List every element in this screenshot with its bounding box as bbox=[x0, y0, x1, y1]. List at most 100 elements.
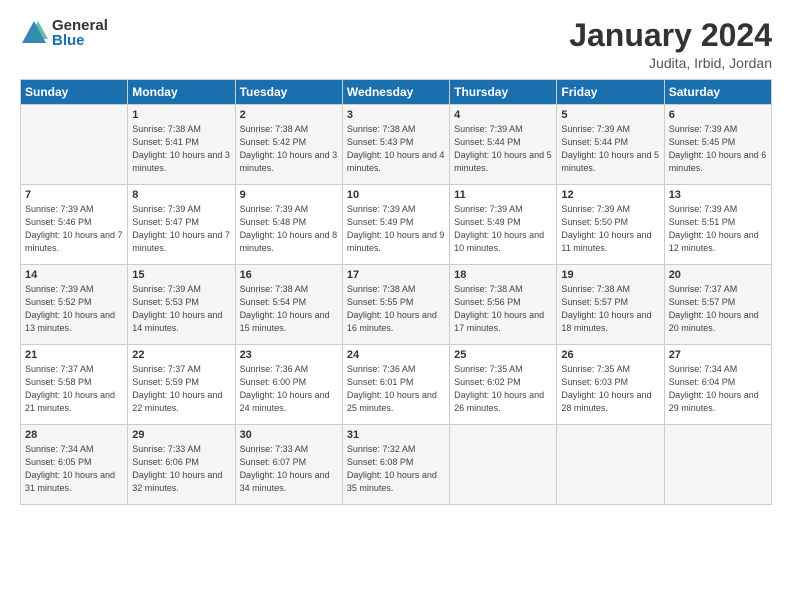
logo-blue: Blue bbox=[52, 33, 108, 48]
day-info: Sunrise: 7:37 AM Sunset: 5:57 PM Dayligh… bbox=[669, 283, 767, 335]
day-cell: 1 Sunrise: 7:38 AM Sunset: 5:41 PM Daylig… bbox=[128, 105, 235, 185]
day-number: 6 bbox=[669, 109, 767, 121]
day-cell: 15 Sunrise: 7:39 AM Sunset: 5:53 PM Dayli… bbox=[128, 265, 235, 345]
day-cell: 19Sunrise: 7:38 AM Sunset: 5:57 PM Dayli… bbox=[557, 265, 664, 345]
day-number: 21 bbox=[25, 349, 123, 361]
day-info: Sunrise: 7:39 AM Sunset: 5:44 PM Dayligh… bbox=[454, 123, 552, 175]
title-block: January 2024 Judita, Irbid, Jordan bbox=[569, 18, 772, 71]
day-cell: 5 Sunrise: 7:39 AM Sunset: 5:44 PM Daylig… bbox=[557, 105, 664, 185]
col-monday: Monday bbox=[128, 80, 235, 105]
day-info: Sunrise: 7:38 AM Sunset: 5:42 PM Dayligh… bbox=[240, 123, 338, 175]
day-cell: 7 Sunrise: 7:39 AM Sunset: 5:46 PM Daylig… bbox=[21, 185, 128, 265]
day-info: Sunrise: 7:39 AM Sunset: 5:48 PM Dayligh… bbox=[240, 203, 338, 255]
day-cell: 14 Sunrise: 7:39 AM Sunset: 5:52 PM Dayli… bbox=[21, 265, 128, 345]
day-number: 8 bbox=[132, 189, 230, 201]
day-cell: 13 Sunrise: 7:39 AM Sunset: 5:51 PM Dayli… bbox=[664, 185, 771, 265]
month-title: January 2024 bbox=[569, 18, 772, 53]
week-row-2: 7 Sunrise: 7:39 AM Sunset: 5:46 PM Daylig… bbox=[21, 185, 772, 265]
logo-icon bbox=[20, 19, 48, 47]
col-sunday: Sunday bbox=[21, 80, 128, 105]
day-info: Sunrise: 7:38 AM Sunset: 5:56 PM Dayligh… bbox=[454, 283, 552, 335]
day-cell: 3Sunrise: 7:38 AM Sunset: 5:43 PM Daylig… bbox=[342, 105, 449, 185]
day-number: 5 bbox=[561, 109, 659, 121]
col-wednesday: Wednesday bbox=[342, 80, 449, 105]
day-number: 23 bbox=[240, 349, 338, 361]
day-cell: 27Sunrise: 7:34 AM Sunset: 6:04 PM Dayli… bbox=[664, 345, 771, 425]
day-info: Sunrise: 7:32 AM Sunset: 6:08 PM Dayligh… bbox=[347, 443, 445, 495]
day-number: 16 bbox=[240, 269, 338, 281]
day-cell: 29Sunrise: 7:33 AM Sunset: 6:06 PM Dayli… bbox=[128, 425, 235, 505]
page: General Blue January 2024 Judita, Irbid,… bbox=[0, 0, 792, 612]
day-info: Sunrise: 7:39 AM Sunset: 5:52 PM Dayligh… bbox=[25, 283, 123, 335]
col-tuesday: Tuesday bbox=[235, 80, 342, 105]
day-number: 20 bbox=[669, 269, 767, 281]
day-cell bbox=[21, 105, 128, 185]
day-cell: 30Sunrise: 7:33 AM Sunset: 6:07 PM Dayli… bbox=[235, 425, 342, 505]
day-number: 1 bbox=[132, 109, 230, 121]
day-number: 13 bbox=[669, 189, 767, 201]
day-number: 3 bbox=[347, 109, 445, 121]
day-info: Sunrise: 7:37 AM Sunset: 5:59 PM Dayligh… bbox=[132, 363, 230, 415]
col-thursday: Thursday bbox=[450, 80, 557, 105]
week-row-1: 1 Sunrise: 7:38 AM Sunset: 5:41 PM Daylig… bbox=[21, 105, 772, 185]
day-cell: 9 Sunrise: 7:39 AM Sunset: 5:48 PM Daylig… bbox=[235, 185, 342, 265]
header-row: Sunday Monday Tuesday Wednesday Thursday… bbox=[21, 80, 772, 105]
day-cell: 21 Sunrise: 7:37 AM Sunset: 5:58 PM Dayli… bbox=[21, 345, 128, 425]
day-info: Sunrise: 7:39 AM Sunset: 5:53 PM Dayligh… bbox=[132, 283, 230, 335]
day-cell: 18 Sunrise: 7:38 AM Sunset: 5:56 PM Dayli… bbox=[450, 265, 557, 345]
day-cell: 2Sunrise: 7:38 AM Sunset: 5:42 PM Daylig… bbox=[235, 105, 342, 185]
day-number: 11 bbox=[454, 189, 552, 201]
day-cell: 26Sunrise: 7:35 AM Sunset: 6:03 PM Dayli… bbox=[557, 345, 664, 425]
day-number: 14 bbox=[25, 269, 123, 281]
col-saturday: Saturday bbox=[664, 80, 771, 105]
header: General Blue January 2024 Judita, Irbid,… bbox=[20, 18, 772, 71]
day-cell: 24 Sunrise: 7:36 AM Sunset: 6:01 PM Dayli… bbox=[342, 345, 449, 425]
logo-text: General Blue bbox=[52, 18, 108, 48]
day-cell bbox=[450, 425, 557, 505]
day-cell: 12Sunrise: 7:39 AM Sunset: 5:50 PM Dayli… bbox=[557, 185, 664, 265]
day-cell: 11 Sunrise: 7:39 AM Sunset: 5:49 PM Dayli… bbox=[450, 185, 557, 265]
day-number: 25 bbox=[454, 349, 552, 361]
day-info: Sunrise: 7:39 AM Sunset: 5:49 PM Dayligh… bbox=[454, 203, 552, 255]
week-row-3: 14 Sunrise: 7:39 AM Sunset: 5:52 PM Dayli… bbox=[21, 265, 772, 345]
day-info: Sunrise: 7:37 AM Sunset: 5:58 PM Dayligh… bbox=[25, 363, 123, 415]
day-cell bbox=[557, 425, 664, 505]
day-number: 27 bbox=[669, 349, 767, 361]
day-number: 7 bbox=[25, 189, 123, 201]
day-cell: 10Sunrise: 7:39 AM Sunset: 5:49 PM Dayli… bbox=[342, 185, 449, 265]
day-info: Sunrise: 7:39 AM Sunset: 5:46 PM Dayligh… bbox=[25, 203, 123, 255]
calendar-body: 1 Sunrise: 7:38 AM Sunset: 5:41 PM Daylig… bbox=[21, 105, 772, 505]
day-cell: 17 Sunrise: 7:38 AM Sunset: 5:55 PM Dayli… bbox=[342, 265, 449, 345]
day-info: Sunrise: 7:38 AM Sunset: 5:41 PM Dayligh… bbox=[132, 123, 230, 175]
day-info: Sunrise: 7:39 AM Sunset: 5:51 PM Dayligh… bbox=[669, 203, 767, 255]
week-row-4: 21 Sunrise: 7:37 AM Sunset: 5:58 PM Dayli… bbox=[21, 345, 772, 425]
day-cell: 28Sunrise: 7:34 AM Sunset: 6:05 PM Dayli… bbox=[21, 425, 128, 505]
day-number: 9 bbox=[240, 189, 338, 201]
week-row-5: 28Sunrise: 7:34 AM Sunset: 6:05 PM Dayli… bbox=[21, 425, 772, 505]
day-cell: 6Sunrise: 7:39 AM Sunset: 5:45 PM Daylig… bbox=[664, 105, 771, 185]
day-info: Sunrise: 7:33 AM Sunset: 6:06 PM Dayligh… bbox=[132, 443, 230, 495]
day-info: Sunrise: 7:38 AM Sunset: 5:54 PM Dayligh… bbox=[240, 283, 338, 335]
day-cell: 22Sunrise: 7:37 AM Sunset: 5:59 PM Dayli… bbox=[128, 345, 235, 425]
day-cell: 16 Sunrise: 7:38 AM Sunset: 5:54 PM Dayli… bbox=[235, 265, 342, 345]
day-cell: 8Sunrise: 7:39 AM Sunset: 5:47 PM Daylig… bbox=[128, 185, 235, 265]
day-number: 18 bbox=[454, 269, 552, 281]
day-info: Sunrise: 7:39 AM Sunset: 5:44 PM Dayligh… bbox=[561, 123, 659, 175]
day-cell: 4Sunrise: 7:39 AM Sunset: 5:44 PM Daylig… bbox=[450, 105, 557, 185]
day-info: Sunrise: 7:36 AM Sunset: 6:01 PM Dayligh… bbox=[347, 363, 445, 415]
day-number: 26 bbox=[561, 349, 659, 361]
day-number: 15 bbox=[132, 269, 230, 281]
calendar-table: Sunday Monday Tuesday Wednesday Thursday… bbox=[20, 79, 772, 505]
day-info: Sunrise: 7:33 AM Sunset: 6:07 PM Dayligh… bbox=[240, 443, 338, 495]
day-cell: 25Sunrise: 7:35 AM Sunset: 6:02 PM Dayli… bbox=[450, 345, 557, 425]
day-number: 31 bbox=[347, 429, 445, 441]
day-info: Sunrise: 7:34 AM Sunset: 6:05 PM Dayligh… bbox=[25, 443, 123, 495]
day-number: 17 bbox=[347, 269, 445, 281]
day-cell bbox=[664, 425, 771, 505]
day-info: Sunrise: 7:39 AM Sunset: 5:50 PM Dayligh… bbox=[561, 203, 659, 255]
day-cell: 31 Sunrise: 7:32 AM Sunset: 6:08 PM Dayli… bbox=[342, 425, 449, 505]
logo-general: General bbox=[52, 18, 108, 33]
day-info: Sunrise: 7:39 AM Sunset: 5:49 PM Dayligh… bbox=[347, 203, 445, 255]
day-info: Sunrise: 7:38 AM Sunset: 5:55 PM Dayligh… bbox=[347, 283, 445, 335]
day-number: 24 bbox=[347, 349, 445, 361]
